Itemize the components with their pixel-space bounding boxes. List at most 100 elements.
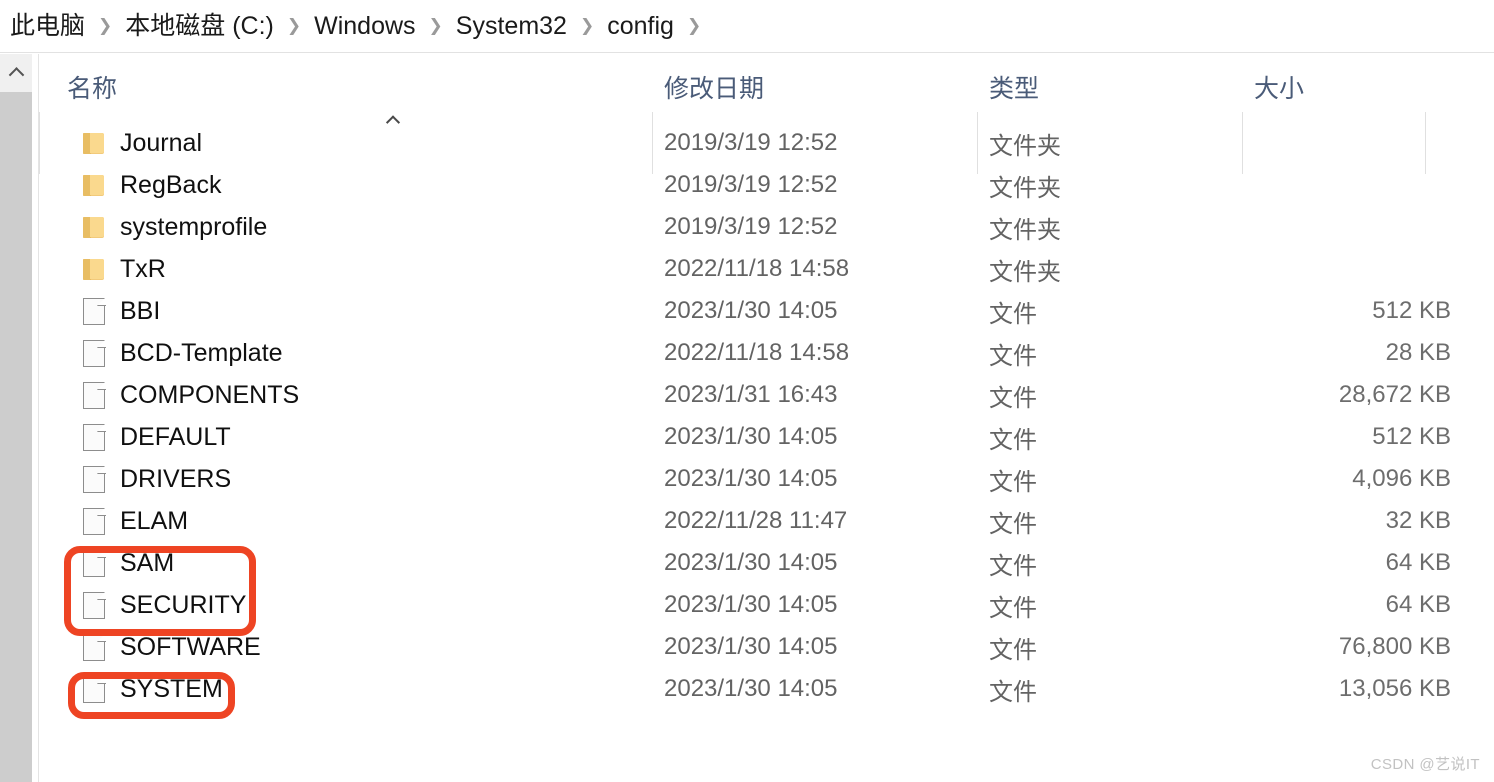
table-row[interactable]: TxR 2022/11/18 14:58 文件夹 [39,248,1494,290]
file-size-cell: 28,672 KB [1338,381,1451,408]
breadcrumb-item-local-disk-c[interactable]: 本地磁盘 (C:) [121,13,278,39]
file-date-cell: 2019/3/19 12:52 [664,129,838,156]
table-row[interactable]: ELAM 2022/11/28 11:47 文件 32 KB [39,500,1494,542]
file-type-cell: 文件 [989,426,1037,454]
file-name-label: SYSTEM [120,674,223,703]
file-size-cell [1139,206,1451,248]
file-name-label: DRIVERS [120,464,232,493]
file-name-label: COMPONENTS [120,380,300,409]
table-row[interactable]: SYSTEM 2023/1/30 14:05 文件 13,056 KB [39,668,1494,710]
table-row[interactable]: BBI 2023/1/30 14:05 文件 512 KB [39,290,1494,332]
chevron-right-icon[interactable]: ❯ [420,17,452,34]
folder-icon [80,212,108,242]
file-name-label: SECURITY [120,590,247,619]
breadcrumb: 此电脑 ❯ 本地磁盘 (C:) ❯ Windows ❯ System32 ❯ c… [0,0,1494,53]
file-name-cell[interactable]: DEFAULT [80,416,231,458]
file-size-cell: 32 KB [1385,507,1451,534]
breadcrumb-item-windows[interactable]: Windows [310,13,419,39]
file-size-cell: 13,056 KB [1338,675,1451,702]
vertical-scrollbar[interactable] [0,54,32,782]
file-name-cell[interactable]: ELAM [80,500,188,542]
chevron-right-icon[interactable]: ❯ [278,17,310,34]
file-type-cell: 文件 [989,468,1037,496]
folder-icon [80,128,108,158]
breadcrumb-item-config[interactable]: config [603,13,678,39]
file-date-cell: 2023/1/30 14:05 [664,297,838,324]
table-row[interactable]: SECURITY 2023/1/30 14:05 文件 64 KB [39,584,1494,626]
scrollbar-thumb[interactable] [0,92,32,782]
file-name-label: Journal [120,128,202,157]
chevron-right-icon[interactable]: ❯ [678,17,710,34]
file-name-cell[interactable]: TxR [80,248,166,290]
file-icon [80,590,108,620]
file-size-cell: 28 KB [1385,339,1451,366]
file-type-cell: 文件夹 [989,174,1061,202]
table-row[interactable]: BCD-Template 2022/11/18 14:58 文件 28 KB [39,332,1494,374]
file-name-cell[interactable]: SYSTEM [80,668,223,710]
file-name-cell[interactable]: BBI [80,290,160,332]
table-row[interactable]: RegBack 2019/3/19 12:52 文件夹 [39,164,1494,206]
table-row[interactable]: COMPONENTS 2023/1/31 16:43 文件 28,672 KB [39,374,1494,416]
file-icon [80,674,108,704]
file-name-cell[interactable]: SAM [80,542,174,584]
file-icon [80,464,108,494]
file-date-cell: 2023/1/30 14:05 [664,591,838,618]
file-type-cell: 文件 [989,678,1037,706]
file-type-cell: 文件夹 [989,258,1061,286]
breadcrumb-item-system32[interactable]: System32 [452,13,571,39]
file-size-cell: 4,096 KB [1352,465,1451,492]
column-header-type[interactable]: 类型 [989,54,1039,120]
file-size-cell: 64 KB [1385,549,1451,576]
table-row[interactable]: DEFAULT 2023/1/30 14:05 文件 512 KB [39,416,1494,458]
table-row[interactable]: DRIVERS 2023/1/30 14:05 文件 4,096 KB [39,458,1494,500]
file-name-label: TxR [120,254,166,283]
file-type-cell: 文件 [989,300,1037,328]
file-name-cell[interactable]: systemprofile [80,206,267,248]
scroll-up-button[interactable] [0,54,32,92]
file-size-cell: 76,800 KB [1338,633,1451,660]
chevron-right-icon[interactable]: ❯ [571,17,603,34]
file-name-cell[interactable]: SOFTWARE [80,626,261,668]
watermark: CSDN @艺说IT [1370,756,1480,773]
file-name-cell[interactable]: DRIVERS [80,458,231,500]
file-date-cell: 2023/1/30 14:05 [664,549,838,576]
file-name-label: SOFTWARE [120,632,261,661]
file-type-cell: 文件 [989,510,1037,538]
file-date-cell: 2022/11/18 14:58 [664,339,850,366]
breadcrumb-item-this-pc[interactable]: 此电脑 [6,13,89,39]
file-name-label: RegBack [120,170,222,199]
file-name-label: BCD-Template [120,338,283,367]
file-size-cell [1139,248,1451,290]
file-name-label: BBI [120,296,161,325]
file-name-cell[interactable]: SECURITY [80,584,246,626]
file-name-label: DEFAULT [120,422,231,451]
chevron-right-icon[interactable]: ❯ [89,17,121,34]
file-type-cell: 文件 [989,552,1037,580]
column-header-size[interactable]: 大小 [1254,54,1304,120]
folder-icon [80,254,108,284]
file-icon [80,506,108,536]
column-header-name[interactable]: 名称 [67,54,117,120]
file-type-cell: 文件 [989,342,1037,370]
file-name-label: ELAM [120,506,189,535]
file-size-cell: 512 KB [1372,423,1451,450]
file-type-cell: 文件夹 [989,132,1061,160]
file-name-cell[interactable]: COMPONENTS [80,374,299,416]
file-type-cell: 文件 [989,384,1037,412]
chevron-up-icon [8,66,24,83]
file-name-label: systemprofile [120,212,268,241]
file-icon [80,422,108,452]
file-date-cell: 2022/11/28 11:47 [664,507,848,534]
file-name-cell[interactable]: RegBack [80,164,221,206]
table-row[interactable]: systemprofile 2019/3/19 12:52 文件夹 [39,206,1494,248]
column-header-date-modified[interactable]: 修改日期 [664,54,764,120]
file-explorer-window: 此电脑 ❯ 本地磁盘 (C:) ❯ Windows ❯ System32 ❯ c… [0,0,1494,782]
table-row[interactable]: SAM 2023/1/30 14:05 文件 64 KB [39,542,1494,584]
file-name-cell[interactable]: Journal [80,122,202,164]
table-row[interactable]: SOFTWARE 2023/1/30 14:05 文件 76,800 KB [39,626,1494,668]
table-row[interactable]: Journal 2019/3/19 12:52 文件夹 [39,122,1494,164]
file-name-cell[interactable]: BCD-Template [80,332,283,374]
file-icon [80,548,108,578]
file-list: Journal 2019/3/19 12:52 文件夹 RegBack 2019… [39,122,1494,742]
file-icon [80,632,108,662]
